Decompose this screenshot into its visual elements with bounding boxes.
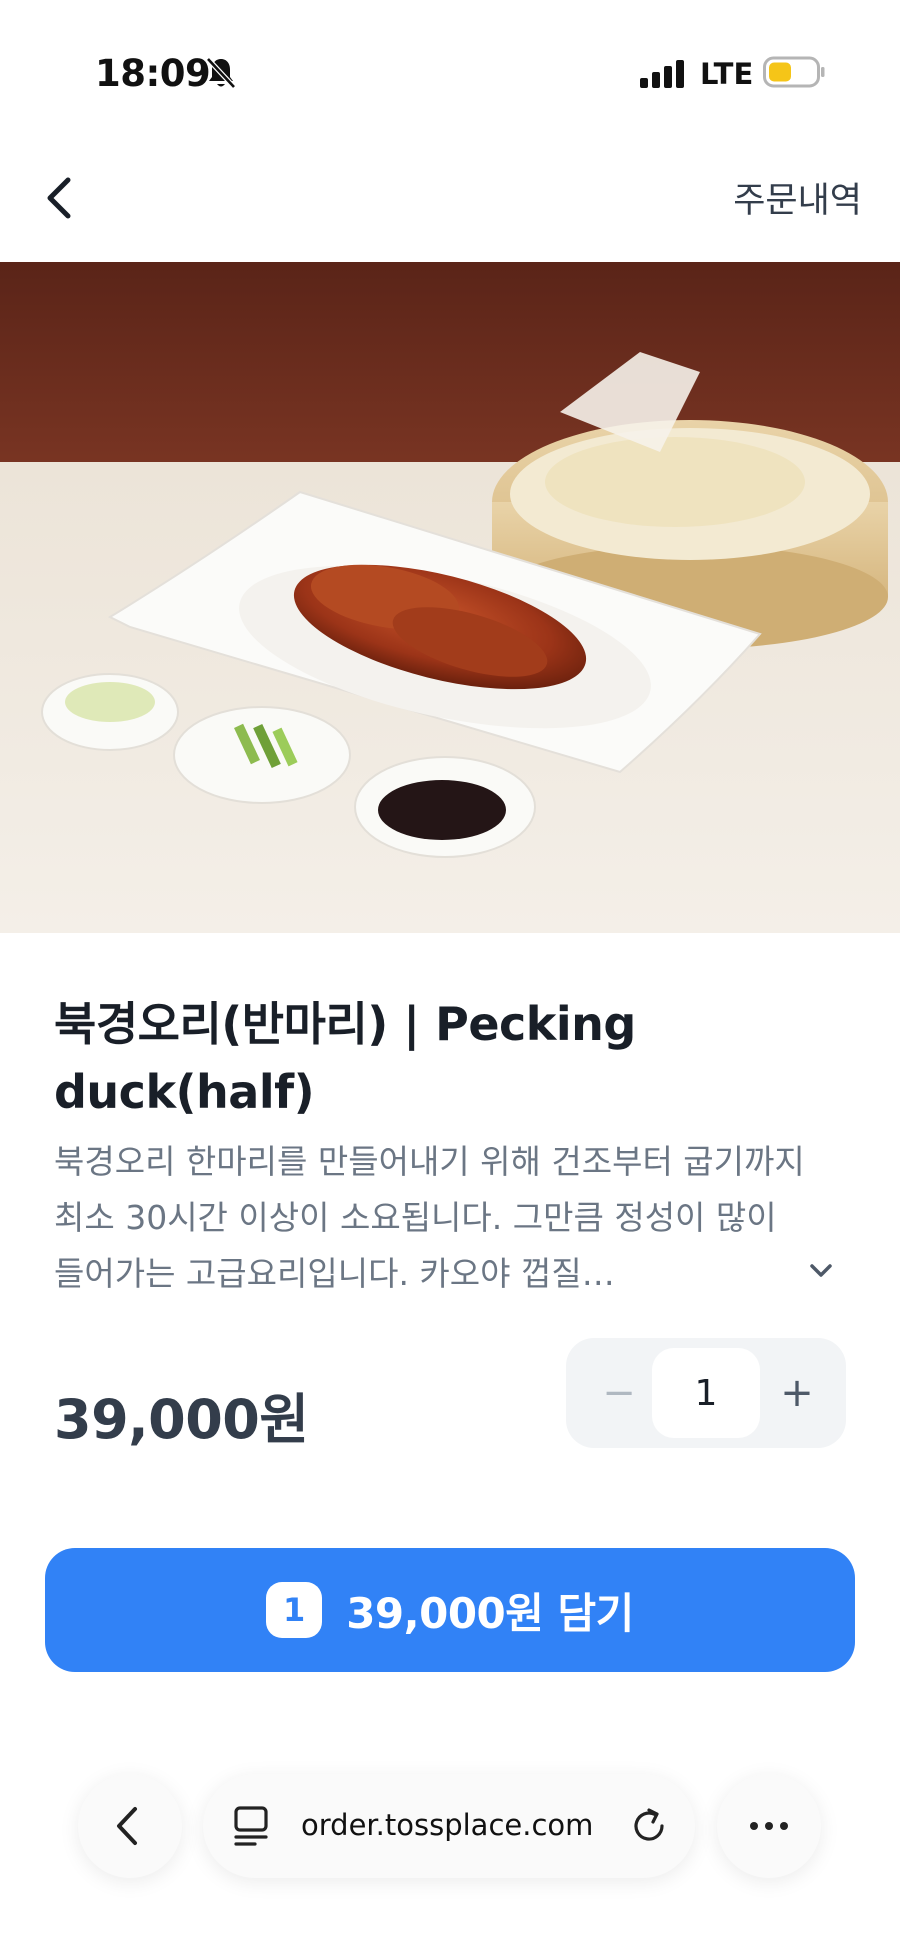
browser-toolbar: order.tossplace.com — [0, 1740, 900, 1957]
browser-more-button[interactable] — [717, 1774, 821, 1878]
chevron-left-icon — [117, 1807, 137, 1845]
browser-back-button[interactable] — [78, 1774, 182, 1878]
cart-count-badge: 1 — [266, 1582, 323, 1638]
increase-quantity-button[interactable]: + — [762, 1338, 832, 1448]
nav-bar: 주문내역 — [0, 150, 900, 262]
chevron-down-icon[interactable] — [806, 1260, 836, 1282]
quantity-value: 1 — [652, 1348, 760, 1438]
product-title: 북경오리(반마리) | Pecking duck(half) — [54, 997, 636, 1119]
network-label: LTE — [700, 57, 754, 91]
add-to-cart-button[interactable]: 1 39,000원 담기 — [45, 1548, 855, 1672]
status-time: 18:09 — [95, 52, 211, 95]
url-text: order.tossplace.com — [301, 1808, 594, 1842]
product-image — [0, 262, 900, 933]
product-price: 39,000원 — [54, 1388, 309, 1451]
battery-icon — [763, 56, 825, 88]
url-bar[interactable]: order.tossplace.com — [203, 1774, 695, 1878]
reload-icon[interactable] — [627, 1804, 671, 1848]
add-to-cart-label: 39,000원 담기 — [346, 1588, 634, 1638]
more-icon — [750, 1822, 788, 1830]
product-description: 북경오리 한마리를 만들어내기 위해 건조부터 굽기까지 최소 30시간 이상이… — [54, 1142, 805, 1293]
decrease-quantity-button[interactable]: − — [584, 1338, 654, 1448]
order-history-link[interactable]: 주문내역 — [733, 172, 862, 223]
tabs-icon — [234, 1806, 268, 1846]
signal-icon — [640, 60, 684, 88]
status-bar: 18:09 LTE — [0, 0, 900, 150]
bell-slash-icon — [206, 57, 236, 89]
quantity-stepper: − 1 + — [566, 1338, 846, 1448]
back-button[interactable] — [38, 172, 86, 224]
chevron-left-icon — [47, 177, 71, 219]
